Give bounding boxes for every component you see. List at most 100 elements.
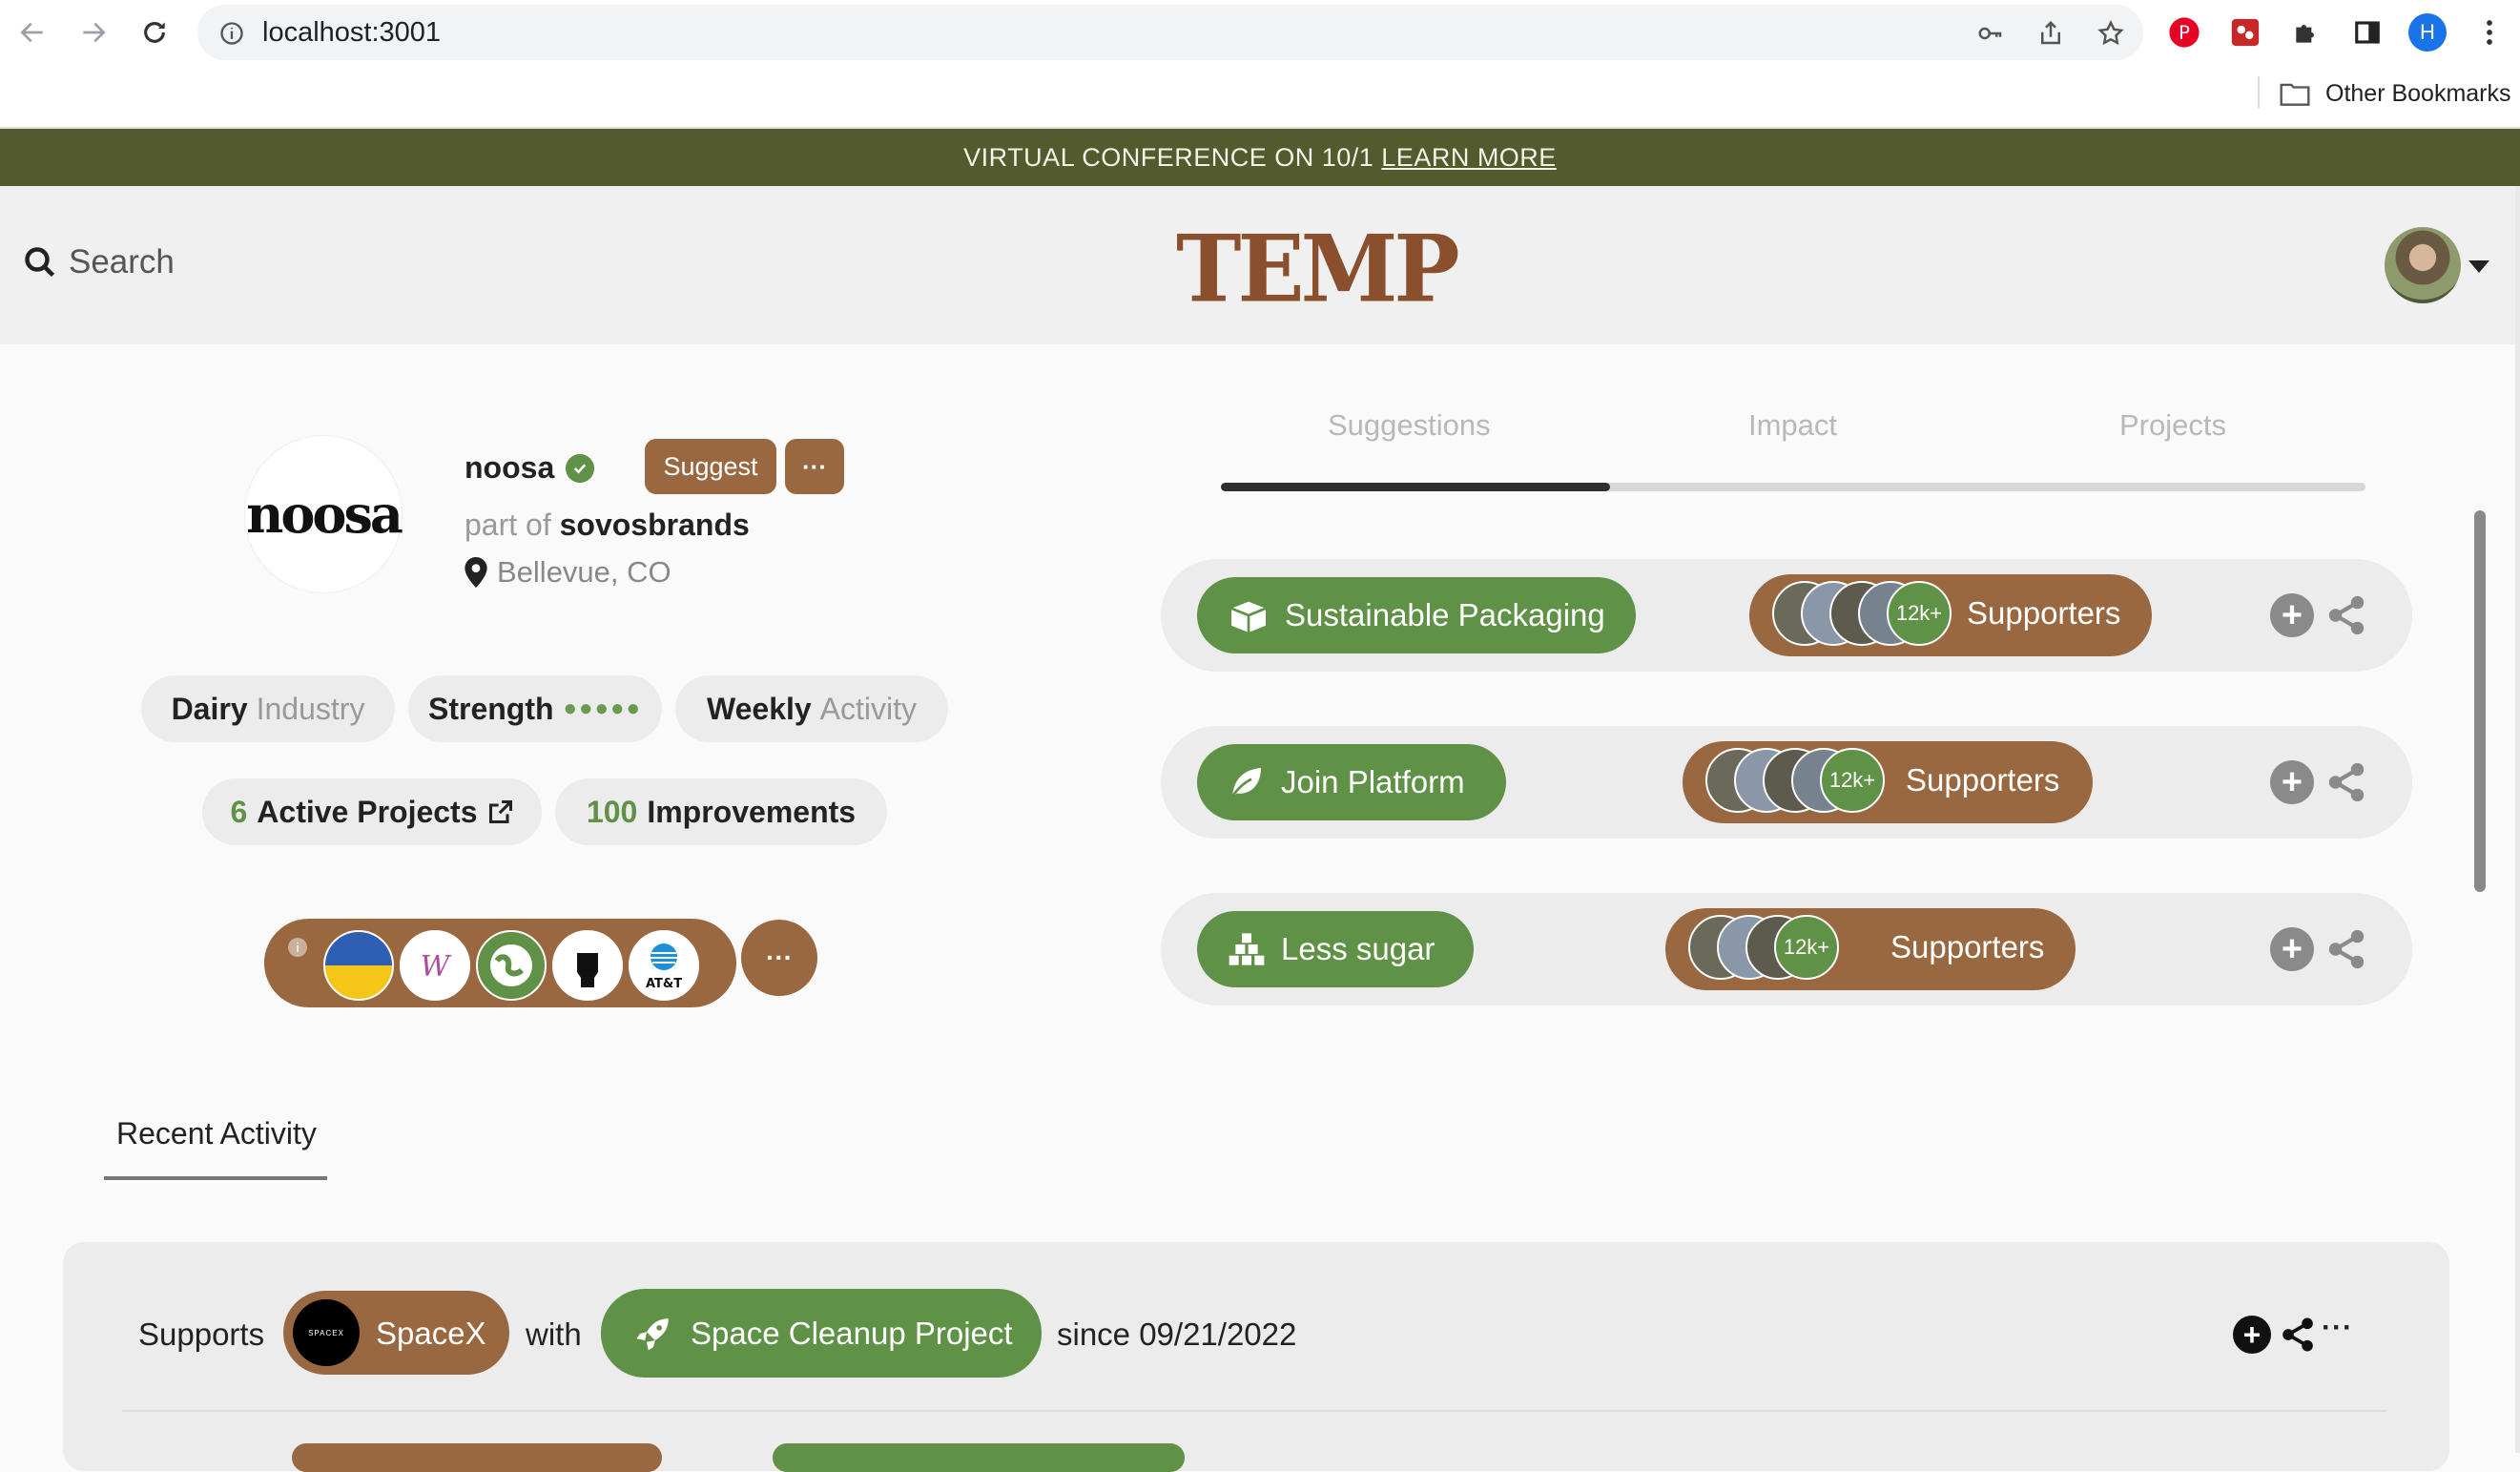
add-icon[interactable]: + [2233,1316,2271,1354]
page-edge [2515,186,2520,1453]
site-header: Search TEMP [0,186,2520,344]
parent-company-link[interactable]: sovosbrands [560,508,750,542]
tab-recent-activity[interactable]: Recent Activity [116,1116,317,1151]
site-info-icon[interactable] [218,20,245,52]
bookmarks-separator [2258,76,2260,109]
suggestion-label: Join Platform [1281,764,1465,799]
suggestion-label: Sustainable Packaging [1285,597,1605,632]
side-panel-icon[interactable] [2348,13,2386,52]
tab-impact[interactable]: Impact [1748,408,1837,443]
external-link-icon [488,799,512,824]
share-icon[interactable] [2324,927,2368,971]
suggestion-tag[interactable]: Less sugar [1197,911,1474,987]
extension-red-icon[interactable] [2226,13,2264,52]
search-icon [25,247,55,278]
reload-icon[interactable] [135,13,174,52]
suggestion-tag[interactable]: Join Platform [1197,744,1506,820]
user-avatar[interactable] [2385,227,2461,303]
add-icon[interactable]: + [2270,927,2314,971]
strength-dots: ●●●●● [563,695,643,721]
info-icon[interactable]: i [288,938,307,957]
caret-down-icon[interactable] [2468,260,2489,273]
supporters-badge[interactable]: 12k+ Supporters [1749,574,2152,656]
box-icon [1230,601,1267,632]
extensions-puzzle-icon[interactable] [2287,13,2325,52]
verified-check-icon [566,453,595,483]
activity-more-button[interactable]: ··· [2322,1312,2353,1344]
key-icon[interactable] [1972,14,2010,52]
active-tab-indicator [1221,483,1610,491]
map-pin-icon [465,557,487,588]
activity-since: since 09/21/2022 [1057,1317,1297,1352]
improvements-pill[interactable]: 100 Improvements [555,778,887,845]
company-name-row: noosa [465,450,595,486]
supporters-label: Supporters [1890,929,2045,964]
company-name: noosa [465,450,555,485]
industry-pill[interactable]: Dairy Industry [141,675,395,742]
site-logo[interactable]: TEMP [1176,215,1460,322]
causes-more-button[interactable]: ··· [741,920,817,996]
activity-divider [122,1410,2386,1412]
browser-menu-icon[interactable] [2470,13,2509,52]
women-org-icon[interactable]: W [400,930,470,1001]
raised-fist-icon[interactable] [552,930,623,1001]
profile-initial: H [2408,13,2447,52]
project-chip[interactable]: Space Cleanup Project [601,1289,1042,1378]
learn-more-link[interactable]: LEARN MORE [1381,143,1557,173]
suggest-button[interactable]: Suggest [645,439,776,494]
earth-org-icon[interactable] [476,930,547,1001]
supporters-count-badge: 12k+ [1887,581,1952,646]
ukraine-flag-icon[interactable] [323,930,394,1001]
tab-projects[interactable]: Projects [2119,408,2226,443]
tab-suggestions[interactable]: Suggestions [1328,408,1491,443]
profile-more-button[interactable]: ··· [785,439,844,494]
pinterest-extension-icon[interactable]: P [2165,13,2203,52]
industry-label: Industry [256,691,365,726]
supporters-label: Supporters [1967,595,2121,631]
active-projects-pill[interactable]: 6 Active Projects [202,778,542,845]
svg-text:P: P [2179,22,2190,44]
search-label: Search [69,243,175,280]
share-icon[interactable] [2324,760,2368,804]
active-projects-count: 6 [230,794,248,829]
strength-label: Strength [427,691,554,726]
share-icon[interactable] [2279,1316,2317,1354]
browser-chrome: localhost:3001 P H Other Bookmarks [0,0,2520,129]
search-control[interactable]: Search [23,243,175,281]
share-page-icon[interactable] [2032,14,2070,52]
add-icon[interactable]: + [2270,760,2314,804]
strength-pill[interactable]: Strength ●●●●● [408,675,662,742]
activity-pill[interactable]: Weekly Activity [675,675,948,742]
active-projects-label: Active Projects [257,794,478,829]
svg-text:W: W [421,950,452,984]
other-bookmarks[interactable]: Other Bookmarks [2280,76,2511,111]
announcement-banner: VIRTUAL CONFERENCE ON 10/1 LEARN MORE [0,129,2520,186]
activity-connector: with [526,1317,582,1352]
add-icon[interactable]: + [2270,593,2314,637]
address-bar[interactable]: localhost:3001 [197,5,2143,60]
company-chip[interactable]: SPACEX SpaceX [283,1291,509,1375]
location: Bellevue, CO [465,555,671,590]
att-logo-icon[interactable]: AT&T [629,930,699,1001]
folder-icon [2280,83,2310,106]
other-bookmarks-label: Other Bookmarks [2325,79,2511,107]
back-icon[interactable] [13,13,52,52]
supporters-label: Supporters [1906,762,2060,798]
activity-prefix: Supports [138,1317,265,1352]
supporters-badge[interactable]: 12k+ Supporters [1683,741,2093,823]
url-text: localhost:3001 [262,17,442,48]
activity-frequency: Weekly [706,691,812,726]
company-chip-label: SpaceX [376,1316,486,1351]
scrollbar-thumb[interactable] [2474,510,2486,892]
supporters-badge[interactable]: 12k+ Supporters [1665,908,2076,990]
share-icon[interactable] [2324,593,2368,637]
activity-label: Activity [819,691,918,726]
banner-text: VIRTUAL CONFERENCE ON 10/1 [963,142,1374,172]
browser-profile-avatar[interactable]: H [2408,13,2447,52]
project-chip[interactable] [773,1443,1185,1472]
suggestion-tag[interactable]: Sustainable Packaging [1197,577,1636,653]
company-chip[interactable] [292,1443,662,1472]
bookmark-star-icon[interactable] [2092,14,2130,52]
forward-icon[interactable] [74,13,113,52]
att-label: AT&T [646,977,682,991]
